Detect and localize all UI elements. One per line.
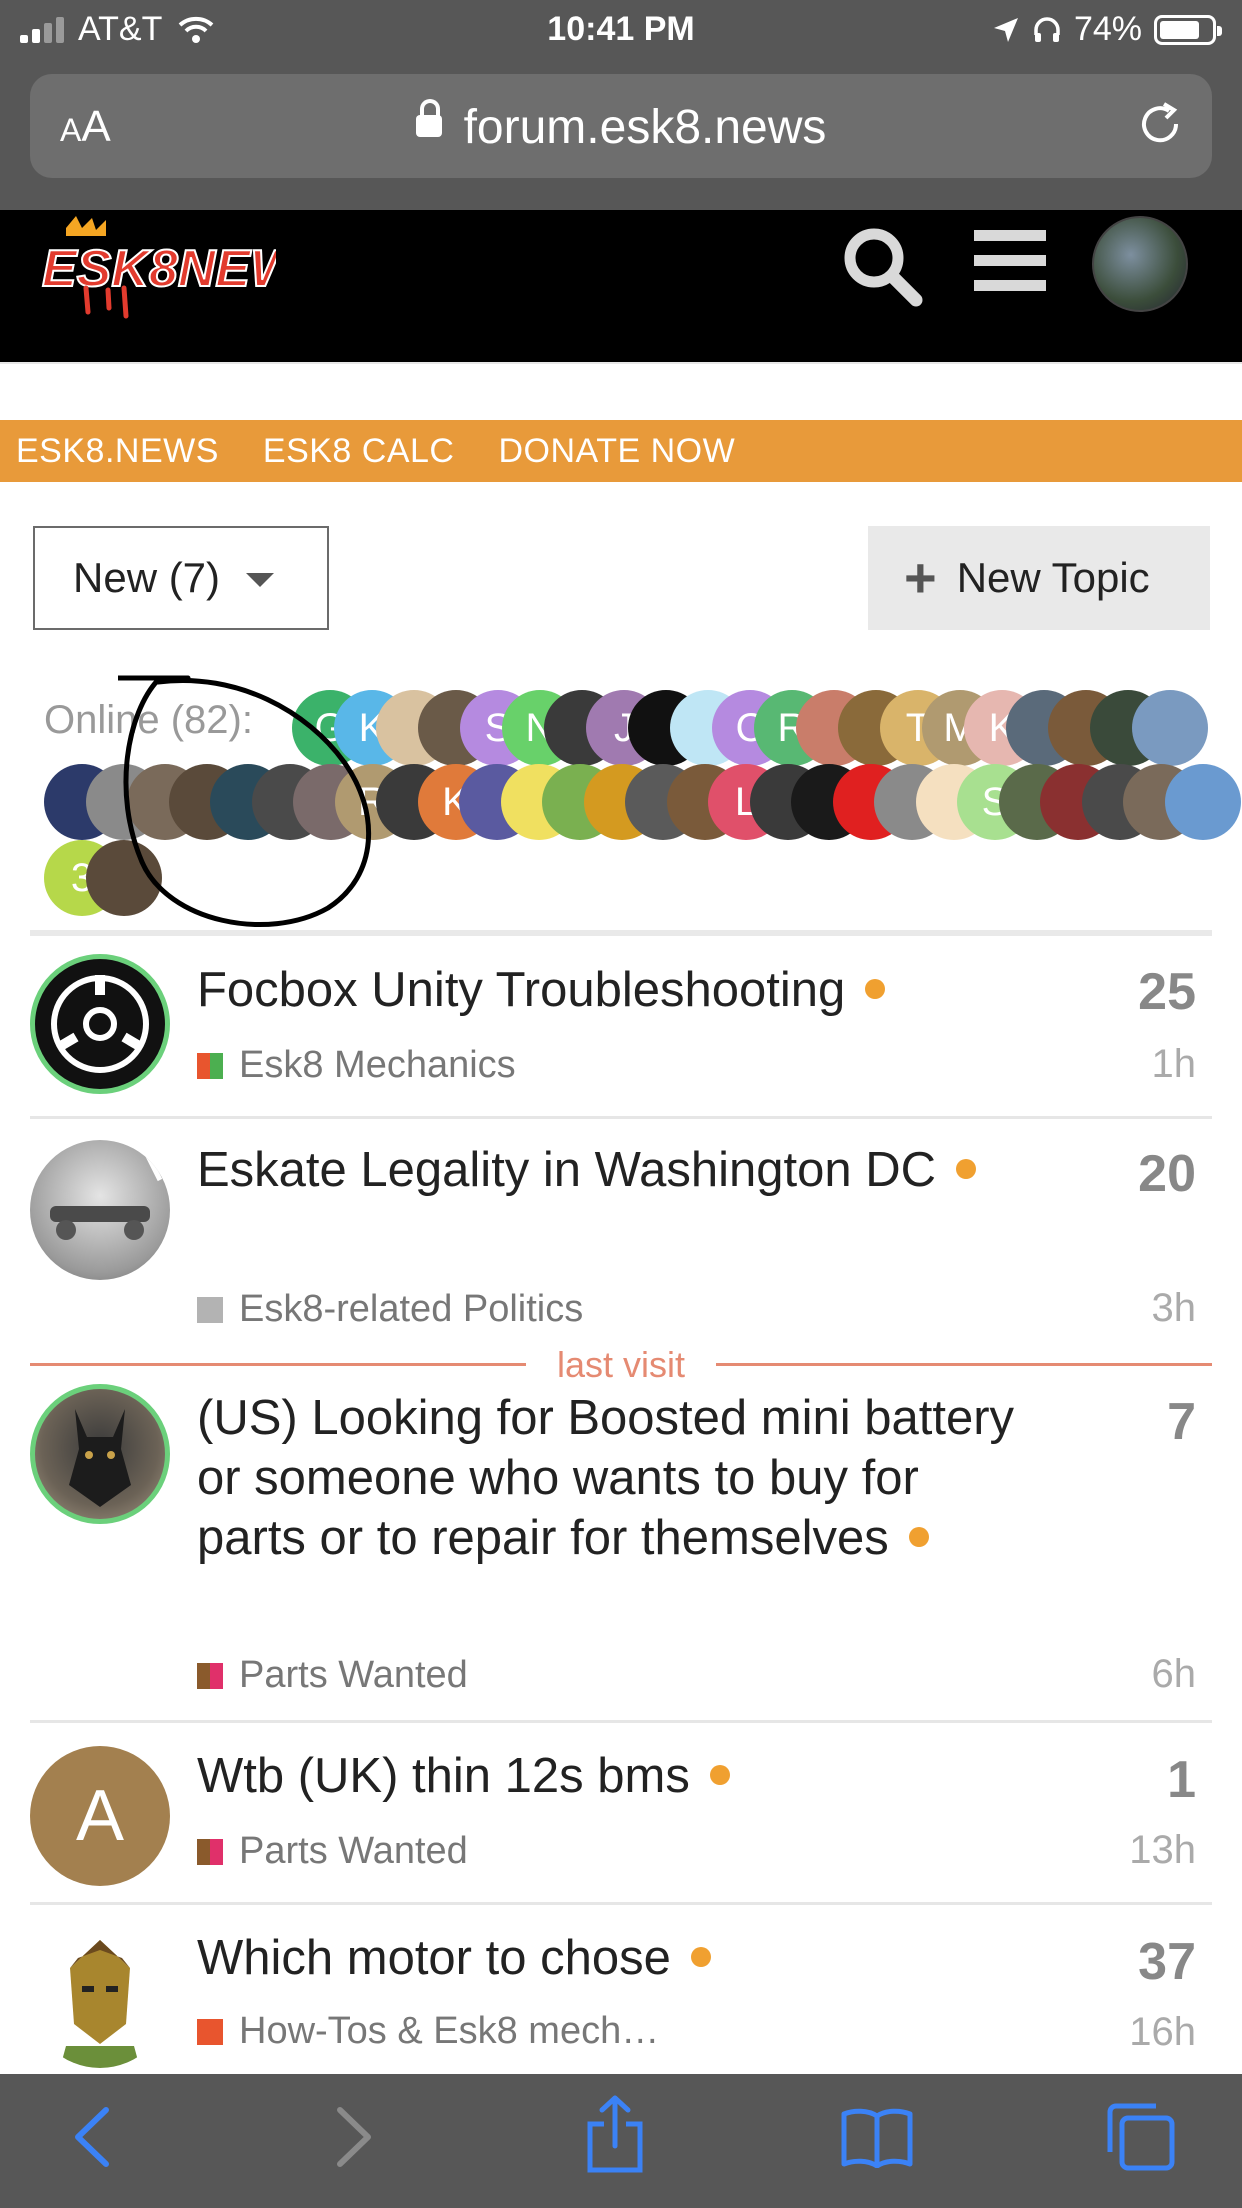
nav-link-donate[interactable]: DONATE NOW xyxy=(498,432,735,471)
reply-count[interactable]: 20 xyxy=(1138,1144,1196,1204)
share-icon[interactable] xyxy=(584,2094,646,2174)
nav-link-esk8-calc[interactable]: ESK8 CALC xyxy=(263,432,455,471)
topic-category[interactable]: Parts Wanted xyxy=(197,1830,468,1873)
address-bar[interactable]: AA forum.esk8.news xyxy=(30,74,1212,178)
reply-count[interactable]: 37 xyxy=(1138,1932,1196,1992)
topic-row[interactable]: Eskate Legality in Washington DC Esk8-re… xyxy=(30,1136,1212,1336)
topic-category[interactable]: Esk8-related Politics xyxy=(197,1288,583,1331)
site-header: ESK8NEWS xyxy=(0,210,1242,362)
nav-link-esk8-news[interactable]: ESK8.NEWS xyxy=(16,432,219,471)
battery-percent: 74% xyxy=(1073,10,1142,48)
filter-label: New (7) xyxy=(73,554,221,601)
new-topic-label: New Topic xyxy=(956,554,1150,601)
activity-age[interactable]: 6h xyxy=(1152,1652,1197,1697)
topic-category[interactable]: Parts Wanted xyxy=(197,1654,468,1697)
category-badge xyxy=(197,2018,223,2045)
category-badge xyxy=(197,1838,223,1865)
reload-icon[interactable] xyxy=(1136,100,1186,150)
tabs-icon[interactable] xyxy=(1106,2102,1176,2172)
unread-dot xyxy=(956,1159,976,1180)
new-topic-button[interactable]: + New Topic xyxy=(868,526,1210,630)
topic-avatar[interactable] xyxy=(30,1384,170,1524)
category-badge xyxy=(197,1296,223,1323)
last-visit-label: last visit xyxy=(556,1344,686,1385)
forward-icon[interactable] xyxy=(332,2104,376,2170)
search-icon[interactable] xyxy=(840,224,924,308)
topic-row[interactable]: Which motor to chose How-Tos & Esk8 mech… xyxy=(30,1924,1212,2074)
topic-avatar[interactable] xyxy=(30,1140,170,1280)
topic-avatar[interactable] xyxy=(30,954,170,1094)
topic-category[interactable]: How-Tos & Esk8 mech… xyxy=(197,2010,659,2053)
chevron-down-icon xyxy=(246,573,275,587)
topic-title-link[interactable]: Eskate Legality in Washington DC xyxy=(197,1143,936,1197)
last-visit-divider: last visit xyxy=(30,1344,1212,1385)
topic-row[interactable]: A Wtb (UK) thin 12s bms Parts Wanted 1 1… xyxy=(30,1742,1212,1902)
topic-title-link[interactable]: (US) Looking for Boosted mini battery or… xyxy=(197,1391,1014,1565)
bookmarks-icon[interactable] xyxy=(840,2106,914,2168)
category-badge xyxy=(197,1662,223,1689)
topic-row[interactable]: (US) Looking for Boosted mini battery or… xyxy=(30,1384,1212,1700)
hamburger-menu-icon[interactable] xyxy=(974,228,1046,292)
online-user-avatar[interactable] xyxy=(1164,764,1241,840)
topic-title-link[interactable]: Which motor to chose xyxy=(197,1931,671,1985)
reply-count[interactable]: 7 xyxy=(1167,1392,1196,1452)
back-icon[interactable] xyxy=(70,2104,114,2170)
topic-avatar[interactable] xyxy=(30,1928,170,2068)
svg-text:ESK8NEWS: ESK8NEWS xyxy=(42,240,276,298)
headphones-icon xyxy=(1034,16,1060,42)
user-avatar[interactable] xyxy=(1092,216,1188,312)
topic-title-link[interactable]: Wtb (UK) thin 12s bms xyxy=(197,1749,690,1803)
online-user-avatar[interactable] xyxy=(1132,690,1208,766)
topic-title-link[interactable]: Focbox Unity Troubleshooting xyxy=(197,963,845,1017)
unread-dot xyxy=(690,1947,711,1968)
hand-drawn-circle-annotation xyxy=(118,675,372,927)
battery-icon xyxy=(1154,14,1222,45)
filter-dropdown[interactable]: New (7) xyxy=(33,526,329,630)
unread-dot xyxy=(908,1527,929,1548)
reply-count[interactable]: 1 xyxy=(1167,1750,1196,1810)
browser-toolbar xyxy=(0,2074,1242,2208)
scp-logo-icon xyxy=(36,960,164,1088)
site-nav: ESK8.NEWS ESK8 CALC DONATE NOW xyxy=(0,420,1242,482)
site-logo[interactable]: ESK8NEWS xyxy=(36,216,276,326)
activity-age[interactable]: 3h xyxy=(1152,1286,1197,1331)
browser-chrome: AT&T 10:41 PM 74% AA forum.esk8.news xyxy=(0,0,1242,210)
status-bar: AT&T 10:41 PM 74% xyxy=(0,0,1242,62)
activity-age[interactable]: 13h xyxy=(1129,1828,1196,1873)
activity-age[interactable]: 1h xyxy=(1152,1042,1197,1087)
unread-dot xyxy=(865,979,886,1000)
topic-category[interactable]: Esk8 Mechanics xyxy=(197,1044,516,1087)
url-text: forum.esk8.news xyxy=(463,101,827,154)
topic-row[interactable]: Focbox Unity Troubleshooting Esk8 Mechan… xyxy=(30,954,1212,1114)
reply-count[interactable]: 25 xyxy=(1138,962,1196,1022)
topic-avatar[interactable]: A xyxy=(30,1746,170,1886)
plus-icon: + xyxy=(904,546,937,609)
unread-dot xyxy=(709,1765,730,1786)
location-arrow-icon xyxy=(993,17,1018,42)
lock-icon xyxy=(415,99,442,138)
activity-age[interactable]: 16h xyxy=(1129,2010,1196,2055)
category-badge xyxy=(197,1052,223,1079)
screen: { "status_bar": { "carrier": "AT&T", "ti… xyxy=(0,0,1242,2208)
